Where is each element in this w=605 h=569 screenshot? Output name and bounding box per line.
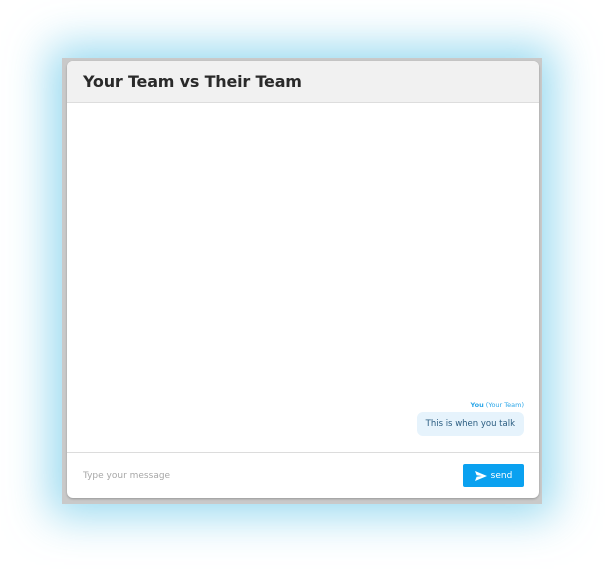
message-list[interactable]: You (Your Team) This is when you talk [67,103,539,452]
chat-header: Your Team vs Their Team [67,61,539,103]
message-composer: send [67,452,539,498]
message-bubble: This is when you talk [416,412,524,436]
paper-plane-icon [474,470,487,481]
sender-name: You [470,401,484,409]
message-input[interactable] [67,459,463,492]
message-sender: You (Your Team) [471,401,524,409]
message-item: You (Your Team) This is when you talk [416,401,524,436]
send-button[interactable]: send [463,464,524,487]
sender-team: (Your Team) [485,401,524,409]
chat-window: Your Team vs Their Team You (Your Team) … [67,61,539,498]
chat-title: Your Team vs Their Team [83,72,302,91]
send-label: send [490,470,513,481]
